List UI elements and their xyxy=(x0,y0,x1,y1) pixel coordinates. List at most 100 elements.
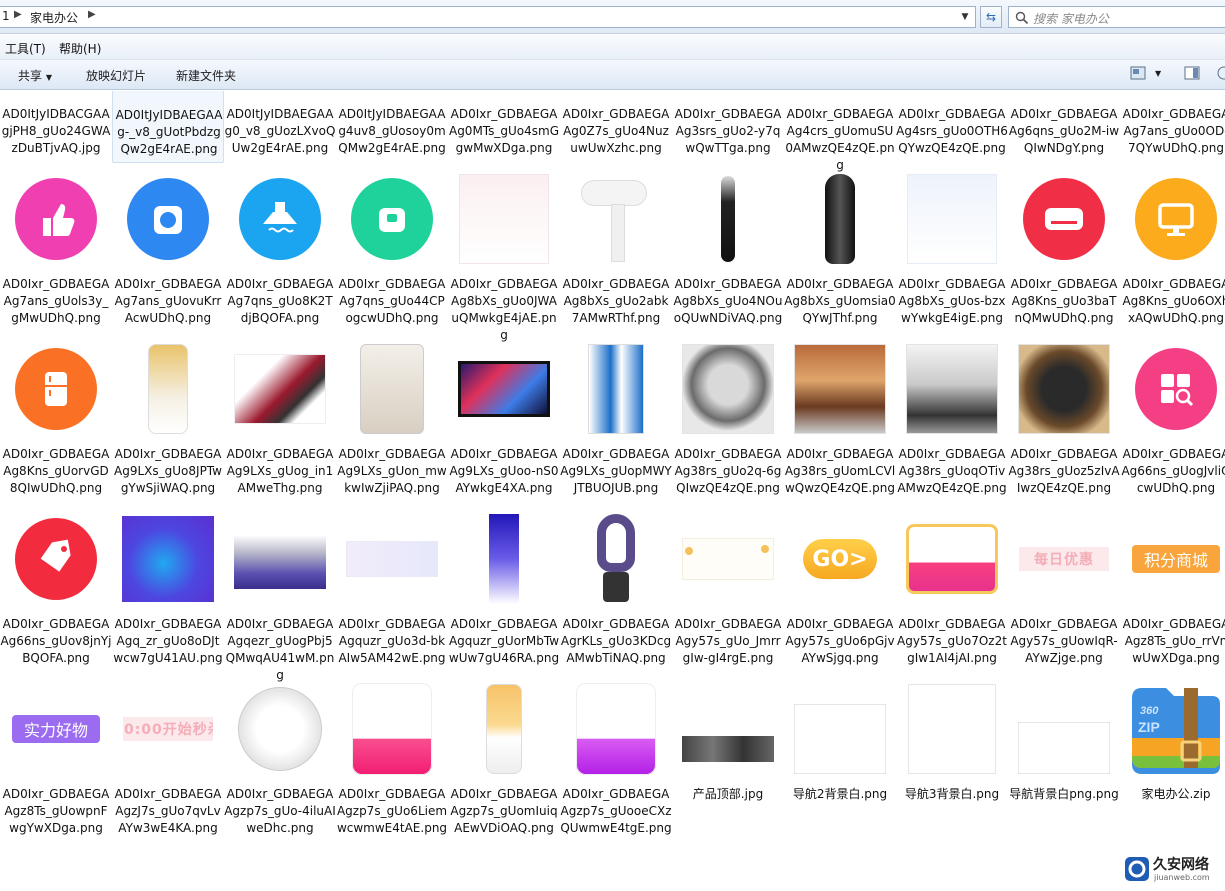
image-thumbnail xyxy=(906,524,998,594)
file-item[interactable]: AD0Ixr_GDBAEGAAgzp7s_gUo-4iluAIweDhc.png xyxy=(224,673,336,843)
file-item[interactable]: 10:00开始秒杀 AD0Ixr_GDBAEGAAgzJ7s_gUo7qvLvAY… xyxy=(112,673,224,843)
file-item[interactable]: AD0Ixr_GDBAEGAAgquzr_gUorMbTwwUw7gU46RA.… xyxy=(448,503,560,673)
file-item[interactable]: 导航背景白png.png xyxy=(1008,673,1120,843)
new-folder-button[interactable]: 新建文件夹 xyxy=(176,67,236,84)
file-item[interactable]: AD0Ixr_GDBAEGAAgqezr_gUogPbj5QMwqAU41wM.… xyxy=(224,503,336,682)
file-thumbnail xyxy=(902,679,1002,779)
file-item[interactable]: AD0Ixr_GDBAEGAAg38rs_gUoqOTivAMwzQE4zQE.… xyxy=(896,333,1008,503)
image-thumbnail xyxy=(489,514,519,604)
image-thumbnail xyxy=(908,684,996,774)
file-item[interactable]: AD0ItJyIDBACGAAgjPH8_gUo24GWAzDuBTjvAQ.j… xyxy=(0,91,112,163)
file-item[interactable]: AD0Ixr_GDBAEGAAgzp7s_gUooeCXzQUwmwE4tgE.… xyxy=(560,673,672,843)
help-button[interactable] xyxy=(1217,66,1225,83)
file-item[interactable]: AD0Ixr_GDBAEGAAg9LXs_gUoo-nS0AYwkgE4XA.p… xyxy=(448,333,560,503)
thumb-go-text: GO> xyxy=(803,539,877,579)
breadcrumb-chevron-icon[interactable]: ▶ xyxy=(14,9,22,20)
menu-help[interactable]: 帮助(H) xyxy=(59,40,101,57)
file-item[interactable]: 实力好物 AD0Ixr_GDBAEGAAgz8Ts_gUowpnFwgYwXDga… xyxy=(0,673,112,843)
preview-pane-button[interactable] xyxy=(1184,66,1200,83)
file-item[interactable]: AD0Ixr_GDBAEGAAg9LXs_gUo8JPTwgYwSjiWAQ.p… xyxy=(112,333,224,503)
file-item[interactable]: AD0Ixr_GDBAEGAAg8bXs_gUomsia0QYwJThf.png xyxy=(784,163,896,333)
file-item[interactable]: AD0Ixr_GDBAEGAAg7qns_gUo8K2TdjBQOFA.png xyxy=(224,163,336,333)
image-thumbnail xyxy=(581,174,651,264)
image-thumbnail xyxy=(794,344,886,434)
file-item[interactable]: AD0Ixr_GDBAEGAAg7ans_gUols3y_gMwUDhQ.png xyxy=(0,163,112,333)
file-item[interactable]: 抢购中 AD0Ixr_GDBAEGAAg3srs_gUo2-y7qwQwTTga.… xyxy=(672,91,784,163)
file-item[interactable]: AD0Ixr_GDBAEGAAg9LXs_gUon_mwkwIwZjiPAQ.p… xyxy=(336,333,448,503)
file-name: AD0Ixr_GDBAEGAAg9LXs_gUon_mwkwIwZjiPAQ.p… xyxy=(337,447,447,495)
file-item[interactable]: AD0Ixr_GDBAEGAAgrKLs_gUo3KDcgAMwbTiNAQ.p… xyxy=(560,503,672,673)
file-item[interactable]: 产品顶部.jpg xyxy=(672,673,784,843)
change-view-button[interactable] xyxy=(1130,66,1146,83)
file-item[interactable]: AD0Ixr_GDBAEGAAg8Kns_gUorvGD8QIwUDhQ.png xyxy=(0,333,112,503)
file-item[interactable]: AD0Ixr_GDBAEGAAg8bXs_gUo4NOuoQUwNDiVAQ.p… xyxy=(672,163,784,333)
file-item[interactable]: AD0ItJyIDBAEGAAg0_v8_gUozLXvoQUw2gE4rAE.… xyxy=(224,91,336,163)
file-name: AD0Ixr_GDBAEGAAgz8Ts_gUowpnFwgYwXDga.png xyxy=(2,787,110,835)
file-item[interactable]: 家电钜惠 AD0Ixr_GDBAEGAAg0MTs_gUo4smGgwMwXDga… xyxy=(448,91,560,163)
file-item[interactable]: AD0Ixr_GDBAEGAAg4crs_gUomuSU0AMwzQE4zQE.… xyxy=(784,91,896,172)
refresh-icon: ⇆ xyxy=(985,10,997,24)
file-item[interactable]: AD0Ixr_GDBAEGAAg66ns_gUov8jnYjBQOFA.png xyxy=(0,503,112,673)
file-item[interactable]: AD0Ixr_GDBAEGAAgzp7s_gUomIuiqAEwVDiOAQ.p… xyxy=(448,673,560,843)
file-item[interactable]: AD0Ixr_GDBAEGAAg38rs_gUo2q-6gQIwzQE4zQE.… xyxy=(672,333,784,503)
file-item[interactable]: AD0Ixr_GDBAEGAAg8Kns_gUo6OXhxAQwUDhQ.png xyxy=(1120,163,1225,333)
file-item[interactable]: AD0Ixr_GDBAEGAAgy57s_gUo_JmrrgIw-gI4rgE.… xyxy=(672,503,784,673)
file-item[interactable]: AD0Ixr_GDBAEGAAgzp7s_gUo6LiemwcwmwE4tAE.… xyxy=(336,673,448,843)
file-item[interactable]: AD0Ixr_GDBAEGAAg8bXs_gUos-bzxwYwkgE4igE.… xyxy=(896,163,1008,333)
file-item[interactable]: GO> AD0Ixr_GDBAEGAAgy57s_gUo6pGjvAYwSjgq.… xyxy=(784,503,896,673)
file-item[interactable]: AD0Ixr_GDBAEGAAg38rs_gUoz5zIvAIwzQE4zQE.… xyxy=(1008,333,1120,503)
file-item[interactable]: AD0Ixr_GDBAEGAAg0Z7s_gUo4NuzuwUwXzhc.png xyxy=(560,91,672,163)
file-thumbnail xyxy=(1126,339,1225,439)
file-item[interactable]: AD0ItJyIDBAEGAAg4uv8_gUosoy0mQMw2gE4rAE.… xyxy=(336,91,448,163)
image-thumbnail xyxy=(825,174,855,264)
thumb-up-icon xyxy=(15,178,97,260)
file-item[interactable]: 360 ZIP 家电办公.zip xyxy=(1120,673,1225,843)
view-dropdown-icon[interactable]: ▼ xyxy=(1155,69,1161,78)
search-input[interactable]: 搜索 家电办公 xyxy=(1008,6,1225,28)
breadcrumb-root[interactable]: 1 xyxy=(2,9,10,23)
image-thumbnail xyxy=(234,354,326,424)
file-thumbnail xyxy=(902,509,1002,609)
address-dropdown-icon[interactable]: ▼ xyxy=(958,9,972,25)
file-item[interactable]: AD0Ixr_GDBAEGAAg9LXs_gUog_in1AMweThg.png xyxy=(224,333,336,503)
image-thumbnail xyxy=(721,176,735,262)
file-thumbnail xyxy=(902,91,1002,99)
share-button[interactable]: 共享 ▼ xyxy=(18,67,52,84)
file-item[interactable]: AD0Ixr_GDBAEGAAg9LXs_gUopMWYJTBUOJUB.png xyxy=(560,333,672,503)
file-item[interactable]: 热卖 AD0Ixr_GDBAEGAAg6qns_gUo2M-iwQIwNDgY.p… xyxy=(1008,91,1120,163)
file-item[interactable]: AD0Ixr_GDBAEGAAg38rs_gUomLCVlwQwzQE4zQE.… xyxy=(784,333,896,503)
file-thumbnail xyxy=(1126,91,1225,99)
file-item[interactable]: 导航3背景白.png xyxy=(896,673,1008,843)
refresh-button[interactable]: ⇆ xyxy=(980,6,1002,28)
file-item[interactable]: 导航2背景白.png xyxy=(784,673,896,843)
file-item[interactable]: AD0Ixr_GDBAEGAAg7ans_gUo0OD-7QYwUDhQ.png xyxy=(1120,91,1225,163)
file-item[interactable]: AD0Ixr_GDBAEGAAgquzr_gUo3d-bkAIw5AM42wE.… xyxy=(336,503,448,673)
file-item[interactable]: AD0Ixr_GDBAEGAAg8Kns_gUo3baTnQMwUDhQ.png xyxy=(1008,163,1120,333)
breadcrumb-current-folder[interactable]: 家电办公 xyxy=(30,9,78,26)
thumb-faint-text: 每日优惠 xyxy=(1019,547,1109,571)
file-item[interactable]: AD0ItJyIDBAEGAAg-_v8_gUotPbdzgQw2gE4rAE.… xyxy=(112,91,224,163)
file-thumbnail xyxy=(230,509,330,609)
address-bar[interactable]: 1 ▶ 家电办公 ▶ ▼ xyxy=(0,6,976,28)
file-item[interactable]: AD0Ixr_GDBAEGAAg7qns_gUo44CPogcwUDhQ.png xyxy=(336,163,448,333)
file-item[interactable]: 每日优惠 AD0Ixr_GDBAEGAAgy57s_gUowIqR-AYwZjge… xyxy=(1008,503,1120,673)
file-name: AD0Ixr_GDBAEGAAg9LXs_gUopMWYJTBUOJUB.png xyxy=(560,447,672,495)
file-item[interactable]: 积分商城 AD0Ixr_GDBAEGAAgz8Ts_gUo_rrVnwUwXDga… xyxy=(1120,503,1225,673)
address-bar-row: 1 ▶ 家电办公 ▶ ▼ ⇆ 搜索 家电办公 xyxy=(0,0,1225,34)
file-name: AD0Ixr_GDBAEGAAg7qns_gUo44CPogcwUDhQ.png xyxy=(338,277,446,325)
zip-archive-icon: 360 ZIP xyxy=(1132,688,1220,774)
file-item[interactable]: AD0Ixr_GDBAEGAAg66ns_gUogJvliQcwUDhQ.png xyxy=(1120,333,1225,503)
breadcrumb-chevron-icon[interactable]: ▶ xyxy=(88,9,96,20)
file-name: AD0Ixr_GDBAEGAAgy57s_gUo6pGjvAYwSjgq.png xyxy=(785,617,895,665)
menu-tools[interactable]: 工具(T) xyxy=(5,40,46,57)
file-item[interactable]: AD0Ixr_GDBAEGAAg8bXs_gUo2abk7AMwRThf.png xyxy=(560,163,672,333)
file-item[interactable]: AD0Ixr_GDBAEGAAg7ans_gUovuKrrAcwUDhQ.png xyxy=(112,163,224,333)
slideshow-button[interactable]: 放映幻灯片 xyxy=(86,67,146,84)
price-tag-icon xyxy=(15,518,97,600)
file-item[interactable]: AD0Ixr_GDBAEGAAg4srs_gUo0OTH6QYwzQE4zQE.… xyxy=(896,91,1008,163)
file-name: AD0Ixr_GDBAEGAAg8Kns_gUo6OXhxAQwUDhQ.png xyxy=(1122,277,1225,325)
file-item[interactable]: AD0Ixr_GDBAEGAAgy57s_gUo7Oz2tgIw1AI4jAI.… xyxy=(896,503,1008,673)
file-name: AD0Ixr_GDBAEGAAgrKLs_gUo3KDcgAMwbTiNAQ.p… xyxy=(560,617,672,665)
file-item[interactable]: AD0Ixr_GDBAEGAAgq_zr_gUo8oDJtwcw7gU41AU.… xyxy=(112,503,224,673)
file-item[interactable]: AD0Ixr_GDBAEGAAg8bXs_gUo0JWAuQMwkgE4jAE.… xyxy=(448,163,560,342)
